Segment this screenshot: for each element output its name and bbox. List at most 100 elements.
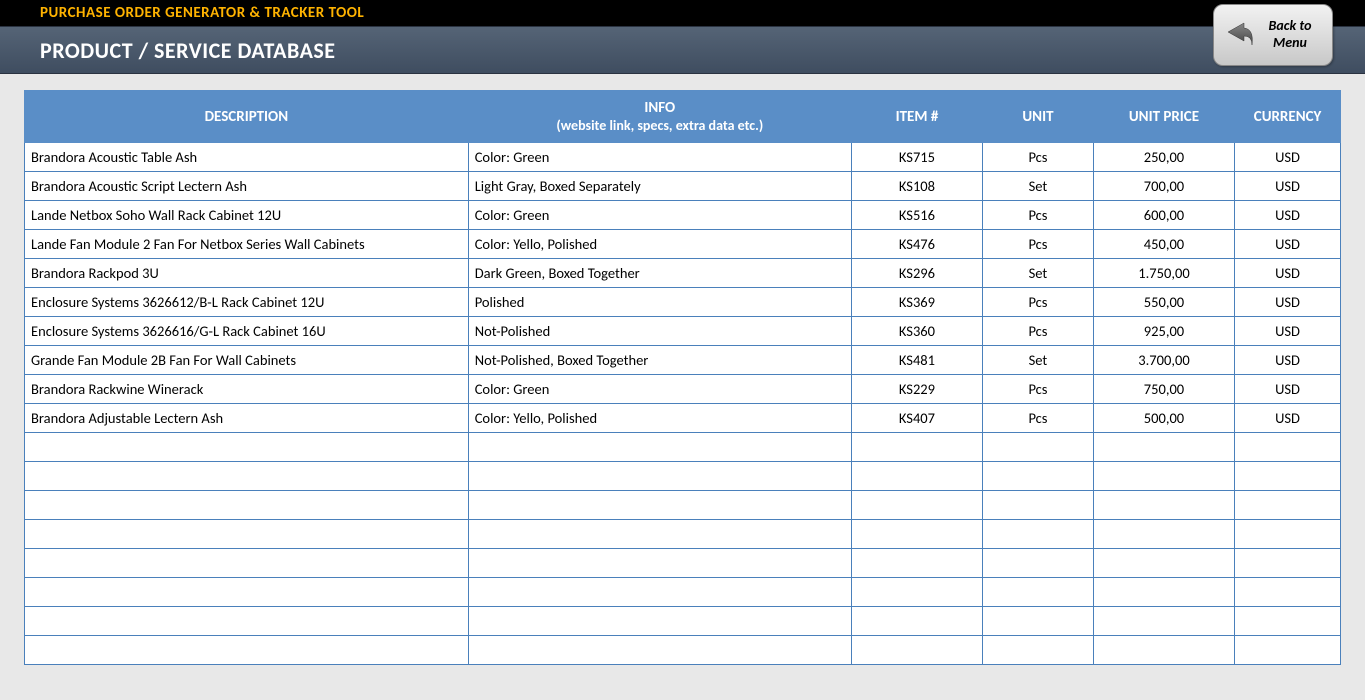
- cell-item[interactable]: KS360: [851, 317, 982, 346]
- cell-description[interactable]: [25, 491, 469, 520]
- cell-currency[interactable]: [1235, 462, 1341, 491]
- cell-currency[interactable]: [1235, 578, 1341, 607]
- cell-unit-price[interactable]: 450,00: [1093, 230, 1234, 259]
- cell-unit-price[interactable]: [1093, 549, 1234, 578]
- cell-unit[interactable]: [982, 607, 1093, 636]
- cell-unit[interactable]: Pcs: [982, 143, 1093, 172]
- cell-description[interactable]: Brandora Acoustic Script Lectern Ash: [25, 172, 469, 201]
- cell-info[interactable]: [468, 462, 851, 491]
- cell-currency[interactable]: USD: [1235, 346, 1341, 375]
- cell-info[interactable]: [468, 433, 851, 462]
- back-to-menu-button[interactable]: Back to Menu: [1213, 4, 1333, 66]
- cell-item[interactable]: KS108: [851, 172, 982, 201]
- cell-description[interactable]: Brandora Rackwine Winerack: [25, 375, 469, 404]
- cell-currency[interactable]: [1235, 433, 1341, 462]
- cell-unit-price[interactable]: [1093, 462, 1234, 491]
- cell-unit[interactable]: Set: [982, 172, 1093, 201]
- cell-description[interactable]: [25, 578, 469, 607]
- cell-description[interactable]: [25, 462, 469, 491]
- cell-unit[interactable]: [982, 578, 1093, 607]
- cell-currency[interactable]: [1235, 520, 1341, 549]
- col-unit-price[interactable]: UNIT PRICE: [1093, 91, 1234, 143]
- cell-unit-price[interactable]: [1093, 491, 1234, 520]
- cell-unit-price[interactable]: 700,00: [1093, 172, 1234, 201]
- cell-description[interactable]: Grande Fan Module 2B Fan For Wall Cabine…: [25, 346, 469, 375]
- cell-currency[interactable]: [1235, 549, 1341, 578]
- cell-info[interactable]: [468, 520, 851, 549]
- cell-currency[interactable]: USD: [1235, 404, 1341, 433]
- cell-currency[interactable]: USD: [1235, 230, 1341, 259]
- cell-description[interactable]: Brandora Rackpod 3U: [25, 259, 469, 288]
- cell-item[interactable]: [851, 433, 982, 462]
- cell-currency[interactable]: [1235, 491, 1341, 520]
- cell-unit-price[interactable]: 550,00: [1093, 288, 1234, 317]
- cell-unit[interactable]: [982, 520, 1093, 549]
- cell-currency[interactable]: [1235, 636, 1341, 665]
- cell-unit-price[interactable]: [1093, 636, 1234, 665]
- cell-unit[interactable]: [982, 549, 1093, 578]
- cell-item[interactable]: [851, 578, 982, 607]
- cell-item[interactable]: [851, 491, 982, 520]
- cell-unit-price[interactable]: [1093, 578, 1234, 607]
- cell-info[interactable]: Not-Polished, Boxed Together: [468, 346, 851, 375]
- cell-unit[interactable]: [982, 462, 1093, 491]
- cell-info[interactable]: Color: Green: [468, 375, 851, 404]
- cell-unit[interactable]: Pcs: [982, 288, 1093, 317]
- cell-unit[interactable]: Pcs: [982, 404, 1093, 433]
- cell-info[interactable]: Not-Polished: [468, 317, 851, 346]
- cell-unit[interactable]: [982, 491, 1093, 520]
- cell-info[interactable]: Color: Green: [468, 143, 851, 172]
- cell-description[interactable]: [25, 520, 469, 549]
- cell-unit[interactable]: Set: [982, 259, 1093, 288]
- cell-currency[interactable]: USD: [1235, 375, 1341, 404]
- cell-unit[interactable]: Set: [982, 346, 1093, 375]
- cell-info[interactable]: [468, 491, 851, 520]
- cell-currency[interactable]: USD: [1235, 317, 1341, 346]
- cell-item[interactable]: [851, 607, 982, 636]
- cell-currency[interactable]: USD: [1235, 143, 1341, 172]
- cell-description[interactable]: [25, 636, 469, 665]
- cell-item[interactable]: [851, 549, 982, 578]
- cell-description[interactable]: [25, 549, 469, 578]
- cell-item[interactable]: KS481: [851, 346, 982, 375]
- cell-unit-price[interactable]: 925,00: [1093, 317, 1234, 346]
- cell-item[interactable]: KS229: [851, 375, 982, 404]
- cell-info[interactable]: Color: Yello, Polished: [468, 404, 851, 433]
- col-item[interactable]: ITEM #: [851, 91, 982, 143]
- cell-currency[interactable]: USD: [1235, 201, 1341, 230]
- cell-info[interactable]: [468, 549, 851, 578]
- cell-item[interactable]: [851, 462, 982, 491]
- cell-unit-price[interactable]: [1093, 433, 1234, 462]
- cell-unit[interactable]: [982, 636, 1093, 665]
- cell-item[interactable]: KS516: [851, 201, 982, 230]
- col-description[interactable]: DESCRIPTION: [25, 91, 469, 143]
- cell-currency[interactable]: USD: [1235, 172, 1341, 201]
- cell-info[interactable]: [468, 578, 851, 607]
- cell-unit-price[interactable]: 600,00: [1093, 201, 1234, 230]
- cell-unit-price[interactable]: 3.700,00: [1093, 346, 1234, 375]
- cell-unit-price[interactable]: 250,00: [1093, 143, 1234, 172]
- col-currency[interactable]: CURRENCY: [1235, 91, 1341, 143]
- cell-description[interactable]: Lande Netbox Soho Wall Rack Cabinet 12U: [25, 201, 469, 230]
- cell-info[interactable]: [468, 636, 851, 665]
- cell-item[interactable]: KS715: [851, 143, 982, 172]
- col-unit[interactable]: UNIT: [982, 91, 1093, 143]
- cell-item[interactable]: KS476: [851, 230, 982, 259]
- cell-item[interactable]: [851, 636, 982, 665]
- cell-unit[interactable]: Pcs: [982, 317, 1093, 346]
- cell-description[interactable]: Brandora Adjustable Lectern Ash: [25, 404, 469, 433]
- cell-description[interactable]: Lande Fan Module 2 Fan For Netbox Series…: [25, 230, 469, 259]
- cell-description[interactable]: [25, 607, 469, 636]
- cell-currency[interactable]: USD: [1235, 259, 1341, 288]
- cell-description[interactable]: Enclosure Systems 3626616/G-L Rack Cabin…: [25, 317, 469, 346]
- cell-unit-price[interactable]: [1093, 520, 1234, 549]
- cell-unit[interactable]: [982, 433, 1093, 462]
- cell-unit[interactable]: Pcs: [982, 230, 1093, 259]
- cell-info[interactable]: Light Gray, Boxed Separately: [468, 172, 851, 201]
- cell-unit-price[interactable]: 1.750,00: [1093, 259, 1234, 288]
- cell-item[interactable]: KS407: [851, 404, 982, 433]
- cell-description[interactable]: Enclosure Systems 3626612/B-L Rack Cabin…: [25, 288, 469, 317]
- cell-info[interactable]: Dark Green, Boxed Together: [468, 259, 851, 288]
- cell-description[interactable]: Brandora Acoustic Table Ash: [25, 143, 469, 172]
- cell-currency[interactable]: USD: [1235, 288, 1341, 317]
